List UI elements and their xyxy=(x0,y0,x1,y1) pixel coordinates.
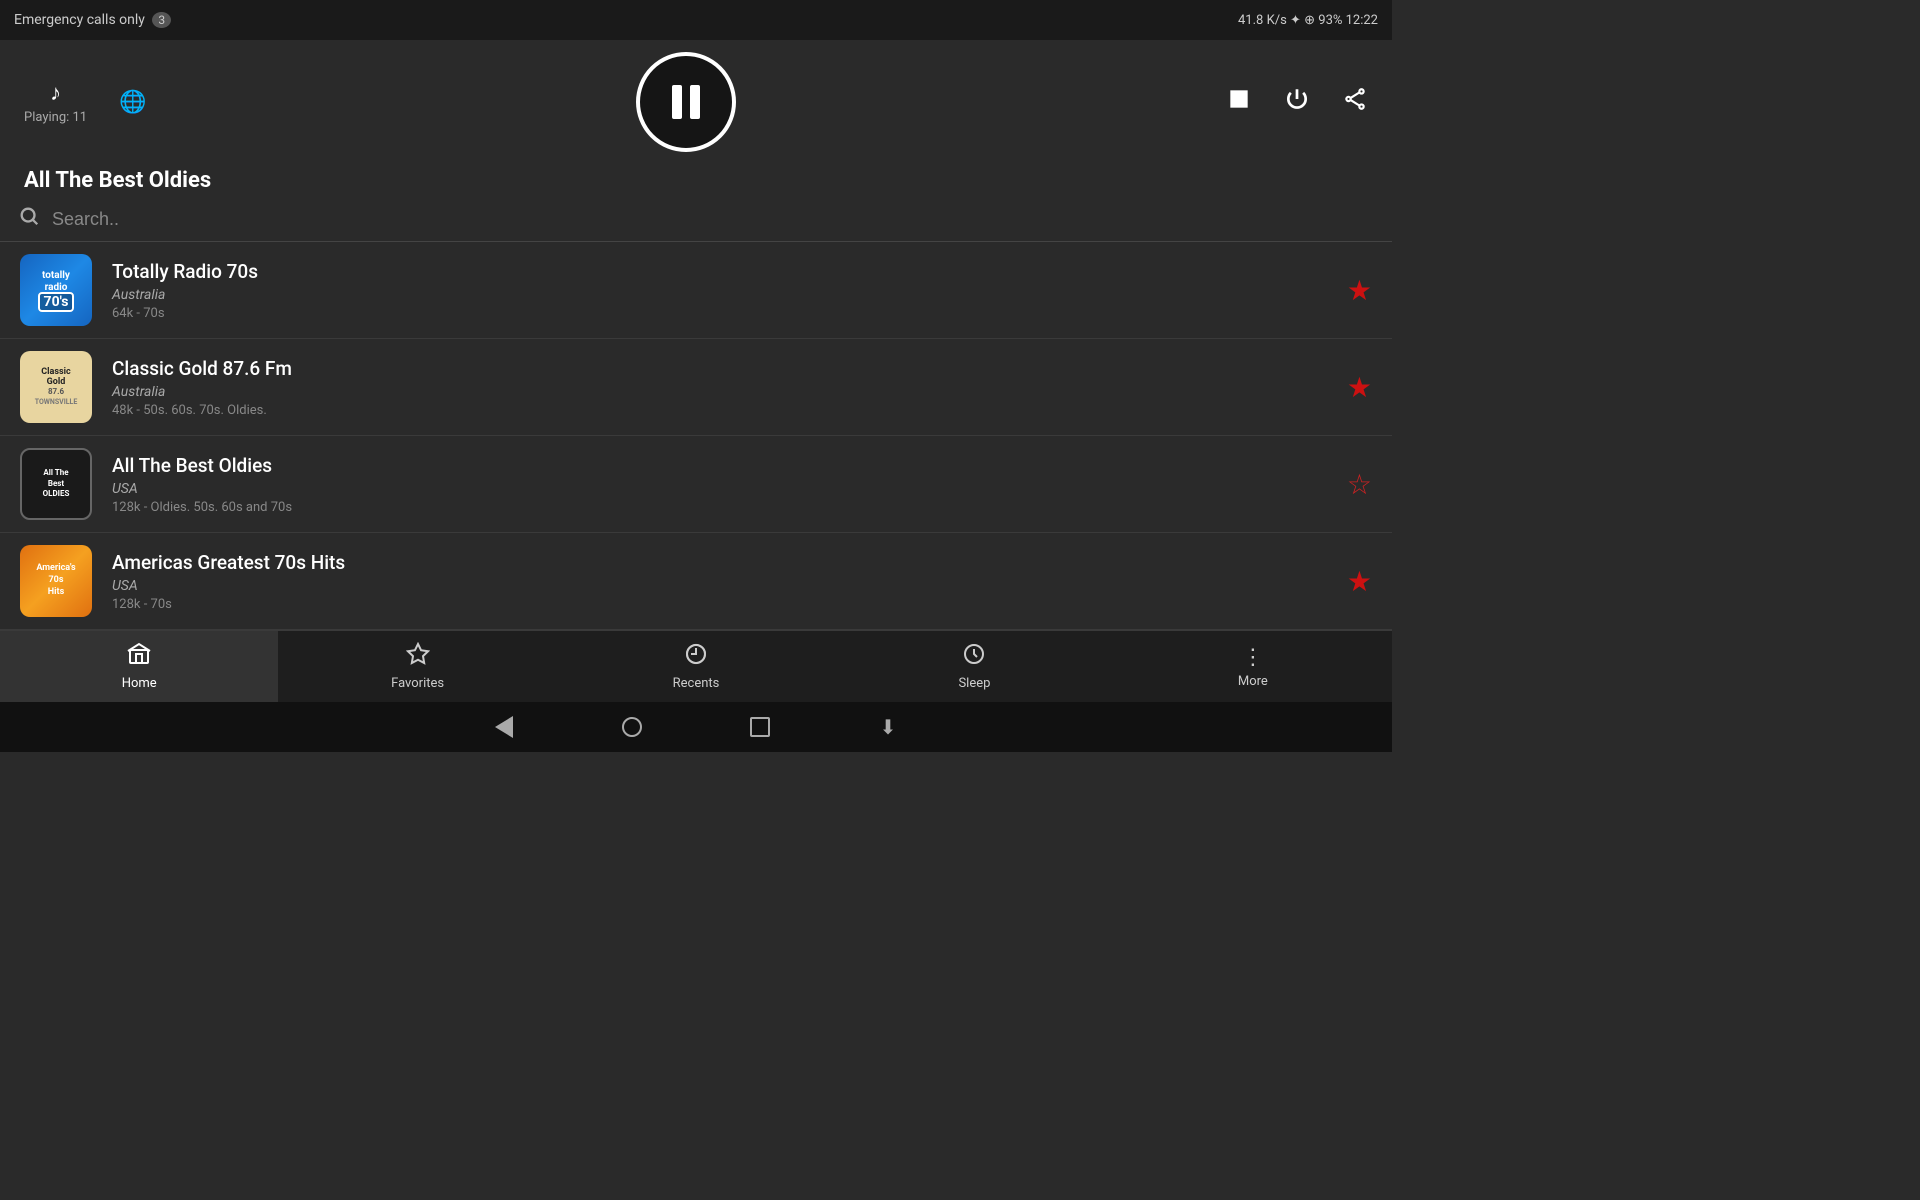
notification-badge: 3 xyxy=(152,12,171,28)
nav-recents-label: Recents xyxy=(673,676,720,691)
pause-icon xyxy=(672,85,700,119)
favorite-star[interactable]: ★ xyxy=(1347,371,1372,404)
music-icon-wrap: ♪ Playing: 11 xyxy=(24,80,87,125)
nav-back-button[interactable] xyxy=(490,713,518,741)
emergency-calls-text: Emergency calls only xyxy=(14,12,145,28)
nav-favorites-label: Favorites xyxy=(391,676,444,691)
list-item[interactable]: totallyradio70's Totally Radio 70s Austr… xyxy=(0,242,1392,339)
search-bar xyxy=(0,197,1392,242)
pause-button[interactable] xyxy=(636,52,736,152)
star-icon xyxy=(406,642,430,672)
nav-more[interactable]: ⋮ More xyxy=(1114,631,1392,702)
nav-home[interactable]: Home xyxy=(0,631,278,702)
player-left-controls: ♪ Playing: 11 🌐 xyxy=(24,80,147,125)
list-item[interactable]: America's70sHits Americas Greatest 70s H… xyxy=(0,533,1392,630)
station-country: Australia xyxy=(112,287,1335,303)
favorite-star[interactable]: ★ xyxy=(1347,274,1372,307)
station-name: Totally Radio 70s xyxy=(112,260,1335,283)
favorite-star[interactable]: ★ xyxy=(1347,565,1372,598)
nav-recents[interactable]: Recents xyxy=(557,631,835,702)
clock-icon xyxy=(962,642,986,672)
station-info: Classic Gold 87.6 Fm Australia 48k - 50s… xyxy=(112,357,1335,418)
music-note-icon[interactable]: ♪ xyxy=(50,80,61,106)
station-logo: ClassicGold87.6TOWNSVILLE xyxy=(20,351,92,423)
station-bitrate: 128k - Oldies. 50s. 60s and 70s xyxy=(112,500,1335,515)
station-info: Totally Radio 70s Australia 64k - 70s xyxy=(112,260,1335,321)
history-icon xyxy=(684,642,708,672)
station-logo: totallyradio70's xyxy=(20,254,92,326)
player-right-controls xyxy=(1226,86,1368,118)
nav-sleep-label: Sleep xyxy=(958,676,990,691)
station-info: All The Best Oldies USA 128k - Oldies. 5… xyxy=(112,454,1335,515)
nav-favorites[interactable]: Favorites xyxy=(278,631,556,702)
player-area: ♪ Playing: 11 🌐 xyxy=(0,40,1392,160)
favorite-star[interactable]: ☆ xyxy=(1347,468,1372,501)
list-item[interactable]: ClassicGold87.6TOWNSVILLE Classic Gold 8… xyxy=(0,339,1392,436)
globe-icon[interactable]: 🌐 xyxy=(119,90,146,115)
station-country: USA xyxy=(112,578,1335,594)
power-icon[interactable] xyxy=(1284,86,1310,118)
more-dots-icon: ⋮ xyxy=(1242,645,1264,670)
station-country: USA xyxy=(112,481,1335,497)
radio-list: totallyradio70's Totally Radio 70s Austr… xyxy=(0,242,1392,630)
nav-sleep[interactable]: Sleep xyxy=(835,631,1113,702)
station-logo: All TheBestOLDIES xyxy=(20,448,92,520)
bottom-nav: Home Favorites Recents Sleep ⋮ More xyxy=(0,630,1392,702)
nav-recents-button[interactable] xyxy=(746,713,774,741)
stop-icon[interactable] xyxy=(1226,86,1252,118)
station-bitrate: 128k - 70s xyxy=(112,597,1335,612)
nav-home-button[interactable] xyxy=(618,713,646,741)
station-bitrate: 48k - 50s. 60s. 70s. Oldies. xyxy=(112,403,1335,418)
nav-more-label: More xyxy=(1238,674,1268,689)
station-bitrate: 64k - 70s xyxy=(112,306,1335,321)
share-icon[interactable] xyxy=(1342,86,1368,118)
home-icon xyxy=(127,642,151,672)
status-bar: Emergency calls only 3 41.8 K/s ✦ ⊕ 93% … xyxy=(0,0,1392,40)
station-title: All The Best Oldies xyxy=(0,160,1392,197)
list-item[interactable]: All TheBestOLDIES All The Best Oldies US… xyxy=(0,436,1392,533)
playing-label: Playing: 11 xyxy=(24,110,87,125)
search-input[interactable] xyxy=(52,209,1368,230)
player-controls-row: ♪ Playing: 11 🌐 xyxy=(24,52,1368,152)
station-name: All The Best Oldies xyxy=(112,454,1335,477)
station-name: Americas Greatest 70s Hits xyxy=(112,551,1335,574)
station-logo: America's70sHits xyxy=(20,545,92,617)
nav-home-label: Home xyxy=(122,676,157,691)
status-info: 41.8 K/s ✦ ⊕ 93% 12:22 xyxy=(1238,13,1378,28)
nav-download-button[interactable]: ⬇ xyxy=(874,713,902,741)
station-info: Americas Greatest 70s Hits USA 128k - 70… xyxy=(112,551,1335,612)
search-icon xyxy=(18,205,40,233)
station-country: Australia xyxy=(112,384,1335,400)
system-nav-bar: ⬇ xyxy=(0,702,1392,752)
station-name: Classic Gold 87.6 Fm xyxy=(112,357,1335,380)
